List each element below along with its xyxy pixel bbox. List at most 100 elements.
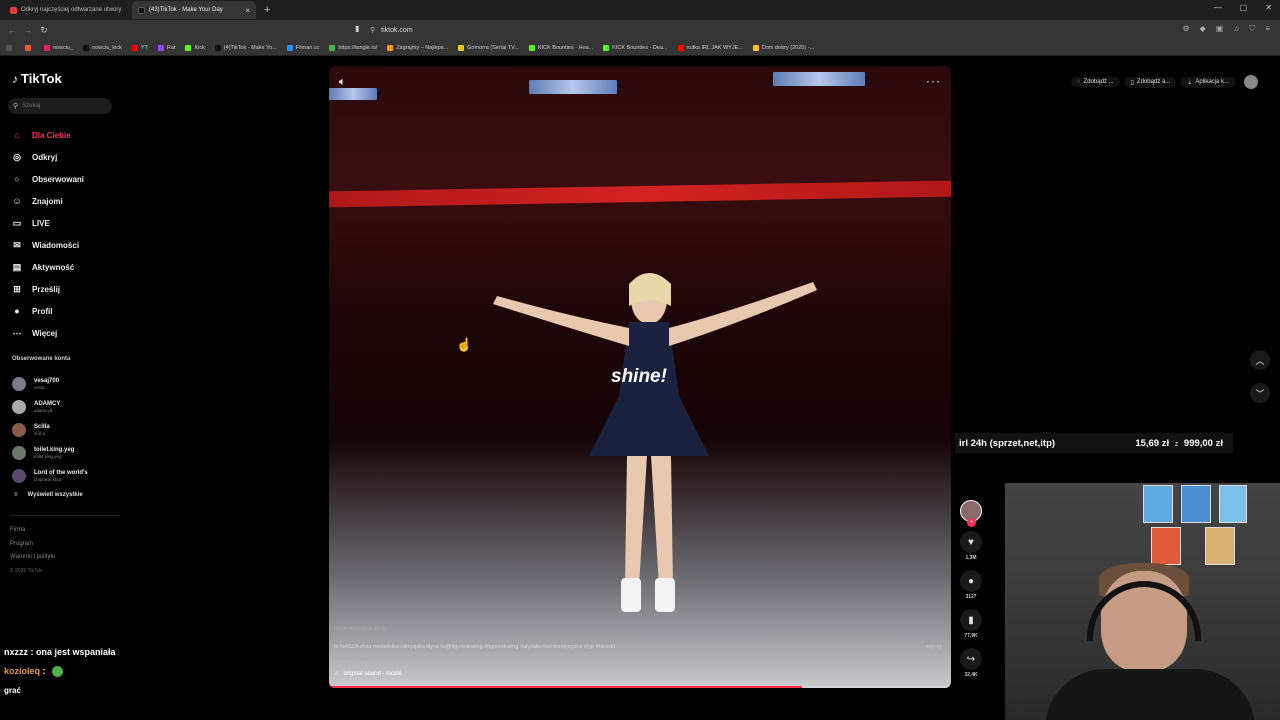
- bookmark-item[interactable]: Kick: [185, 44, 205, 51]
- following-account[interactable]: Scilla scill.a: [12, 418, 88, 441]
- user-avatar[interactable]: [1244, 75, 1258, 89]
- following-account[interactable]: ADAMCY adamcyd: [12, 395, 88, 418]
- site-info-icon[interactable]: ⚲: [370, 26, 375, 34]
- video-sound[interactable]: ♫ original sound - nicole: [334, 671, 402, 677]
- bookmark-item[interactable]: Filman.cc: [286, 44, 319, 51]
- sidebar-item-profile[interactable]: ● Profil: [10, 300, 84, 322]
- bookmark-item[interactable]: (4)TikTok - Make Yo...: [214, 44, 277, 51]
- creator-avatar[interactable]: +: [960, 500, 982, 527]
- bookmark-item[interactable]: Zagrajmy – Najleps...: [387, 44, 448, 51]
- bookmark-item[interactable]: nowciu_: [44, 44, 73, 51]
- following-account[interactable]: toilet.king.yeg toilet.king.yeg: [12, 441, 88, 464]
- footer-link-company[interactable]: Firma: [10, 524, 55, 538]
- follow-plus-icon[interactable]: +: [967, 518, 976, 527]
- chat-message: nxzzz : ona jest wspaniała: [4, 643, 116, 662]
- bookmark-item[interactable]: KICK Bounties - Hea...: [528, 44, 593, 51]
- previous-video-button[interactable]: ︿: [1250, 350, 1270, 370]
- bookmark-item[interactable]: Rat: [157, 44, 176, 51]
- following-section-title: Obserwowane konta: [12, 356, 71, 362]
- chat-username: kozioleq: [4, 666, 41, 676]
- bookmark-item[interactable]: nowciu_kick: [83, 44, 122, 51]
- sidebar-item-upload[interactable]: ⊞ Prześlij: [10, 278, 84, 300]
- close-tab-icon[interactable]: ×: [245, 6, 250, 15]
- sidebar-footer: Firma Program Warunki i polityki © 2026 …: [10, 524, 55, 578]
- sidebar-item-messages[interactable]: ✉ Wiadomości: [10, 234, 84, 256]
- bookmark-item[interactable]: [6, 44, 15, 51]
- volume-icon[interactable]: 🔈︎: [339, 76, 346, 89]
- chevron-up-icon: ︿: [1255, 355, 1265, 366]
- sidebar-item-activity[interactable]: ▤ Aktywność: [10, 256, 84, 278]
- reload-icon[interactable]: ↻: [36, 25, 52, 36]
- new-tab-button[interactable]: +: [264, 4, 270, 16]
- bookmark-icon[interactable]: ▮: [960, 609, 982, 631]
- bookmark-item[interactable]: [25, 44, 34, 51]
- more-options-icon[interactable]: ···: [926, 74, 941, 88]
- share-icon[interactable]: ↪: [960, 648, 982, 670]
- music-icon[interactable]: ♫: [1233, 24, 1239, 34]
- bookmark-item[interactable]: nutka IRL JAK WYJE...: [677, 44, 743, 51]
- account-name: vesaj700: [34, 377, 60, 384]
- sidebar-item-label: Dla Ciebie: [32, 130, 71, 140]
- minimize-icon[interactable]: —: [1214, 3, 1222, 12]
- search-placeholder: Szukaj: [22, 103, 41, 109]
- footer-link-terms[interactable]: Warunki i polityki: [10, 551, 55, 565]
- bookmark-label: Rat: [166, 44, 176, 51]
- browser-tab-active[interactable]: (43)TikTok - Make Your Day ×: [132, 1, 256, 19]
- bookmark-item[interactable]: YT: [131, 44, 148, 51]
- next-video-button[interactable]: ﹀: [1250, 383, 1270, 403]
- browser-tab[interactable]: Odkryj najczęściej odtwarzane utwory: [4, 1, 128, 19]
- header-pill-button[interactable]: ⇣ Aplikacja k...: [1181, 76, 1235, 88]
- extension-icon[interactable]: ▣: [1216, 24, 1224, 34]
- tiktok-logo[interactable]: ♪ TikTok: [12, 71, 62, 86]
- maximize-icon[interactable]: ▢: [1240, 3, 1248, 12]
- compass-icon: ◎: [13, 151, 21, 162]
- bookmark-favicon-icon: [25, 44, 31, 51]
- bookmark-favicon-icon: [528, 44, 535, 51]
- streamer-webcam: [1005, 483, 1280, 720]
- list-icon: ≡: [14, 492, 18, 498]
- footer-link-program[interactable]: Program: [10, 538, 55, 552]
- bookmark-item[interactable]: KICK Bounties - Dea...: [603, 44, 668, 51]
- sidebar-item-more[interactable]: ⋯ Więcej: [10, 322, 84, 344]
- bookmark-favicon-icon: [458, 44, 465, 51]
- forward-icon[interactable]: →: [20, 25, 36, 35]
- video-author[interactable]: nicolelikemeskating: [334, 626, 386, 632]
- bookmark-item[interactable]: https://tangle.io/: [329, 44, 377, 51]
- bookmark-count: 77,9K: [964, 633, 978, 639]
- following-account[interactable]: vesaj700 vesaj: [12, 372, 88, 395]
- avatar: [12, 422, 26, 437]
- like-icon[interactable]: ♥: [960, 531, 982, 553]
- bookmark-item[interactable]: Gomorra (Serial TV...: [458, 44, 519, 51]
- bookmark-label: (4)TikTok - Make Yo...: [223, 44, 277, 51]
- copyright: © 2026 TikTok: [10, 567, 42, 574]
- url-field[interactable]: ⚲ tiktok.com: [352, 22, 912, 38]
- bookmark-item[interactable]: Dom dobry (2025) -...: [752, 44, 814, 51]
- extension-icon[interactable]: ◆: [1200, 24, 1206, 34]
- see-original-link[interactable]: Zobacz oryginał: [334, 656, 373, 662]
- see-all-link[interactable]: ≡ Wyświetl wszystkie: [14, 492, 83, 498]
- comment-icon[interactable]: ●: [960, 570, 982, 592]
- chat-message: grać: [4, 681, 116, 700]
- extension-icon[interactable]: ⚙: [1182, 24, 1189, 34]
- header-pill-button[interactable]: ◌ Zdobądź ...: [1071, 77, 1120, 87]
- video-player[interactable]: shine! 🔈︎ ··· nicolelikemeskating to NAS…: [329, 66, 951, 688]
- wall-poster: [1205, 527, 1235, 565]
- description-more-link[interactable]: więcej: [926, 644, 941, 650]
- sidebar-item-friends[interactable]: ☺ Znajomi: [10, 190, 84, 212]
- bookmark-favicon-icon: [6, 44, 12, 51]
- sidebar-item-following[interactable]: ○ Obserwowani: [10, 168, 84, 190]
- close-window-icon[interactable]: ✕: [1265, 3, 1272, 12]
- search-input[interactable]: ⚲ Szukaj: [8, 98, 112, 114]
- following-account[interactable]: Lord of the world's chujuwie.kto2: [12, 464, 88, 487]
- header-pill-button[interactable]: ▯ Zdobądź a...: [1124, 76, 1177, 88]
- video-progress-bar[interactable]: [329, 686, 951, 688]
- tab-label: Odkryj najczęściej odtwarzane utwory: [21, 7, 122, 13]
- menu-icon[interactable]: ≡: [1265, 24, 1270, 34]
- sidebar-item-home[interactable]: ⌂ Dla Ciebie: [10, 124, 84, 146]
- emote-icon: [52, 666, 64, 678]
- sidebar-item-live[interactable]: ▭ LIVE: [10, 212, 84, 234]
- back-icon[interactable]: ←: [4, 25, 20, 35]
- video-progress-fill: [329, 686, 802, 688]
- shield-icon[interactable]: ⛉: [1249, 24, 1255, 34]
- sidebar-item-compass[interactable]: ◎ Odkryj: [10, 146, 84, 168]
